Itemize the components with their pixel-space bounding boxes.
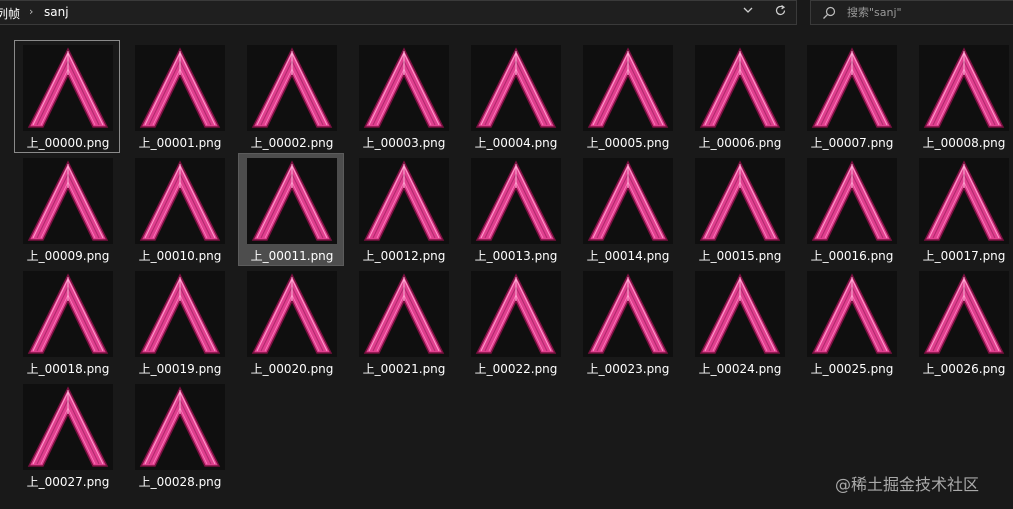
file-item[interactable]: 上_00002.png (238, 40, 344, 153)
file-item[interactable]: 上_00026.png (910, 266, 1013, 379)
file-name: 上_00011.png (250, 249, 334, 263)
file-thumbnail (919, 271, 1009, 357)
file-item[interactable]: 上_00007.png (798, 40, 904, 153)
file-name: 上_00013.png (474, 249, 558, 263)
file-thumbnail (583, 45, 673, 131)
file-name: 上_00010.png (138, 249, 222, 263)
file-name: 上_00020.png (250, 362, 334, 376)
file-name: 上_00022.png (474, 362, 558, 376)
file-name: 上_00018.png (26, 362, 110, 376)
file-name: 上_00002.png (250, 136, 334, 150)
file-item[interactable]: 上_00018.png (14, 266, 120, 379)
file-thumbnail (23, 271, 113, 357)
file-name: 上_00004.png (474, 136, 558, 150)
file-thumbnail (247, 158, 337, 244)
file-item[interactable]: 上_00019.png (126, 266, 232, 379)
breadcrumb-parent[interactable]: 列帧 (0, 5, 20, 22)
file-name: 上_00017.png (922, 249, 1006, 263)
file-item[interactable]: 上_00025.png (798, 266, 904, 379)
file-thumbnail (359, 45, 449, 131)
file-thumbnail (135, 45, 225, 131)
file-name: 上_00003.png (362, 136, 446, 150)
file-thumbnail (583, 271, 673, 357)
file-thumbnail (471, 271, 561, 357)
file-item[interactable]: 上_00028.png (126, 379, 232, 492)
file-item[interactable]: 上_00011.png (238, 153, 344, 266)
breadcrumb-current[interactable]: sanj (44, 5, 69, 19)
file-thumbnail (919, 158, 1009, 244)
file-name: 上_00027.png (26, 475, 110, 489)
address-toolbar: 列帧 › sanj (0, 0, 1013, 30)
file-thumbnail (247, 271, 337, 357)
file-item[interactable]: 上_00003.png (350, 40, 456, 153)
file-name: 上_00006.png (698, 136, 782, 150)
file-item[interactable]: 上_00006.png (686, 40, 792, 153)
file-thumbnail (23, 158, 113, 244)
file-name: 上_00026.png (922, 362, 1006, 376)
file-name: 上_00016.png (810, 249, 894, 263)
file-name: 上_00024.png (698, 362, 782, 376)
file-thumbnail (695, 158, 785, 244)
file-item[interactable]: 上_00027.png (14, 379, 120, 492)
file-thumbnail (807, 45, 897, 131)
file-name: 上_00028.png (138, 475, 222, 489)
file-thumbnail (583, 158, 673, 244)
file-item[interactable]: 上_00024.png (686, 266, 792, 379)
file-item[interactable]: 上_00016.png (798, 153, 904, 266)
file-name: 上_00025.png (810, 362, 894, 376)
file-name: 上_00009.png (26, 249, 110, 263)
file-item[interactable]: 上_00015.png (686, 153, 792, 266)
file-thumbnail (919, 45, 1009, 131)
search-icon (821, 5, 837, 21)
file-item[interactable]: 上_00000.png (14, 40, 120, 153)
file-thumbnail (135, 271, 225, 357)
breadcrumb-separator-icon[interactable]: › (29, 5, 33, 18)
file-item[interactable]: 上_00014.png (574, 153, 680, 266)
file-item[interactable]: 上_00020.png (238, 266, 344, 379)
file-name: 上_00019.png (138, 362, 222, 376)
search-input[interactable] (847, 4, 1007, 21)
file-item[interactable]: 上_00021.png (350, 266, 456, 379)
chevron-down-icon[interactable] (740, 4, 756, 22)
file-item[interactable]: 上_00017.png (910, 153, 1013, 266)
file-name: 上_00021.png (362, 362, 446, 376)
file-thumbnail (135, 158, 225, 244)
file-name: 上_00007.png (810, 136, 894, 150)
file-thumbnail (247, 45, 337, 131)
file-name: 上_00012.png (362, 249, 446, 263)
refresh-icon[interactable] (772, 4, 788, 22)
file-name: 上_00014.png (586, 249, 670, 263)
address-bar[interactable]: 列帧 › sanj (0, 0, 797, 25)
file-item[interactable]: 上_00008.png (910, 40, 1013, 153)
file-item[interactable]: 上_00012.png (350, 153, 456, 266)
file-item[interactable]: 上_00022.png (462, 266, 568, 379)
search-box[interactable] (810, 0, 1013, 25)
watermark: @稀土掘金技术社区 (835, 475, 980, 494)
file-thumbnail (471, 158, 561, 244)
file-thumbnail (135, 384, 225, 470)
file-item[interactable]: 上_00010.png (126, 153, 232, 266)
file-name: 上_00001.png (138, 136, 222, 150)
file-item[interactable]: 上_00013.png (462, 153, 568, 266)
file-item[interactable]: 上_00001.png (126, 40, 232, 153)
file-thumbnail (695, 271, 785, 357)
file-thumbnail (23, 384, 113, 470)
file-thumbnail (807, 271, 897, 357)
file-item[interactable]: 上_00023.png (574, 266, 680, 379)
file-thumbnail (695, 45, 785, 131)
file-name: 上_00015.png (698, 249, 782, 263)
file-name: 上_00000.png (26, 136, 110, 150)
file-item[interactable]: 上_00005.png (574, 40, 680, 153)
file-thumbnail (359, 271, 449, 357)
file-thumbnail (23, 45, 113, 131)
file-item[interactable]: 上_00004.png (462, 40, 568, 153)
file-thumbnail (807, 158, 897, 244)
file-thumbnail (359, 158, 449, 244)
file-thumbnail (471, 45, 561, 131)
file-item[interactable]: 上_00009.png (14, 153, 120, 266)
file-name: 上_00023.png (586, 362, 670, 376)
file-name: 上_00008.png (922, 136, 1006, 150)
file-name: 上_00005.png (586, 136, 670, 150)
